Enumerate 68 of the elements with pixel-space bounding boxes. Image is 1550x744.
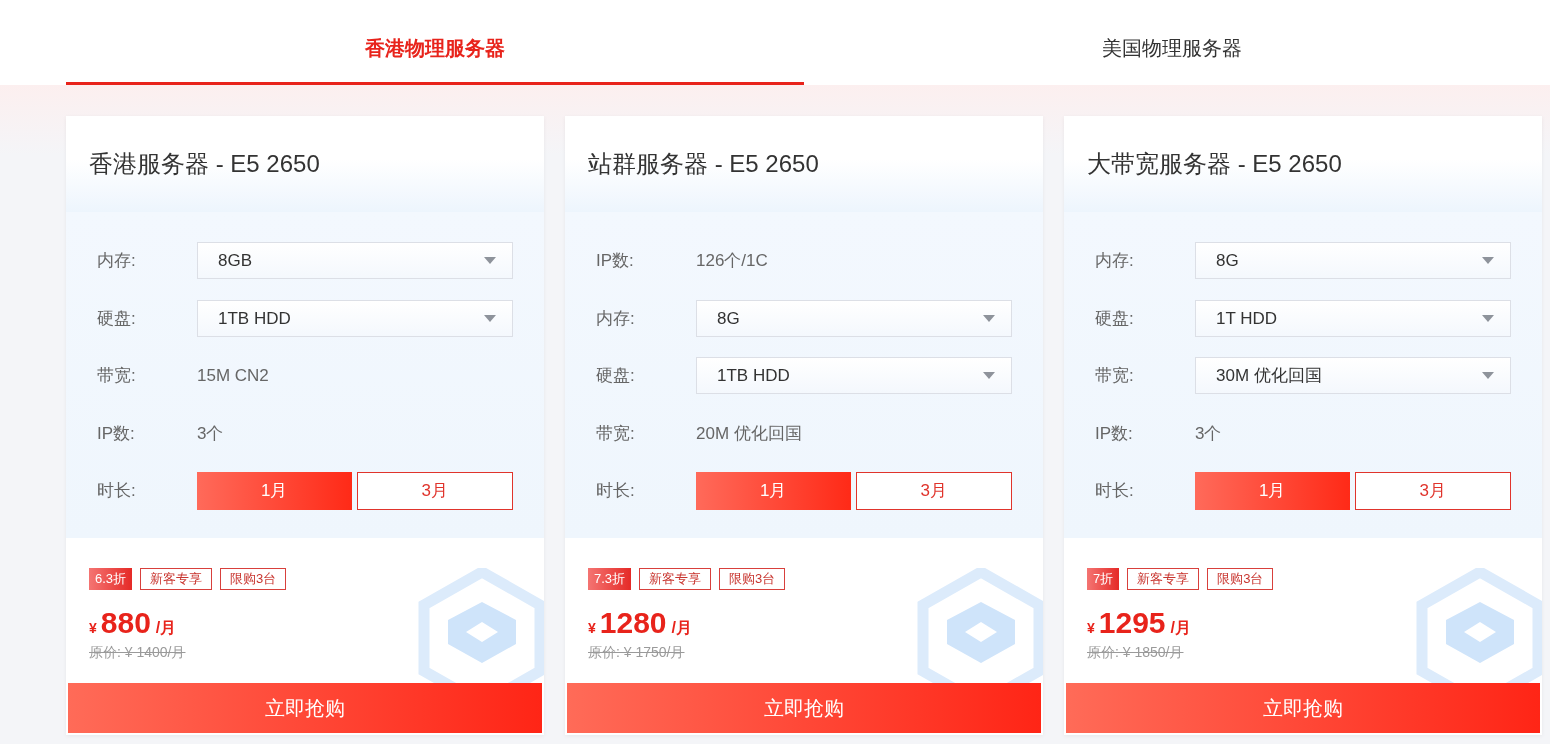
promo-tag: 新客专享 [140, 568, 213, 590]
price-unit: /月 [155, 618, 177, 638]
option-label: 硬盘: [97, 307, 137, 330]
category-tab[interactable]: 美国物理服务器 [803, 0, 1541, 85]
dropdown-select[interactable]: 1T HDD [1195, 299, 1511, 337]
duration-option[interactable]: 3月 [855, 471, 1012, 510]
price-unit: /月 [671, 618, 692, 638]
price-unit: /月 [1170, 618, 1191, 638]
option-value: 126个/1C [696, 250, 768, 272]
option-label: 时长: [596, 480, 636, 502]
promo-tag: 新客专享 [1127, 568, 1200, 590]
promo-tag: 限购3台 [719, 568, 786, 590]
option-value: 3个 [197, 422, 224, 445]
duration-option[interactable]: 3月 [1354, 471, 1511, 510]
caret-icon [1482, 257, 1494, 265]
caret-icon [484, 314, 496, 322]
card-title: 站群服务器 - E5 2650 [588, 149, 819, 179]
option-label: IP数: [1095, 422, 1134, 445]
price-amount: 1280 [599, 606, 667, 640]
option-label: IP数: [97, 422, 136, 445]
currency-symbol: ¥ [588, 619, 596, 638]
card-title: 大带宽服务器 - E5 2650 [1087, 149, 1342, 179]
option-label: 硬盘: [596, 365, 636, 387]
option-value: 15M CN2 [197, 365, 269, 387]
currency-symbol: ¥ [1087, 619, 1095, 638]
option-value: 3个 [1195, 422, 1222, 445]
option-label: 带宽: [1095, 365, 1135, 387]
caret-icon [1482, 314, 1494, 322]
price-amount: 880 [100, 606, 151, 640]
dropdown-select[interactable]: 30M 优化回国 [1195, 357, 1511, 395]
option-label: 内存: [1095, 250, 1135, 272]
option-label: IP数: [596, 250, 635, 272]
promo-tag: 限购3台 [1207, 568, 1274, 590]
dropdown-select[interactable]: 1TB HDD [197, 299, 513, 337]
option-label: 硬盘: [1095, 307, 1135, 330]
dropdown-select[interactable]: 1TB HDD [696, 357, 1012, 395]
discount-tag: 6.3折 [89, 568, 133, 590]
caret-icon [983, 314, 995, 322]
discount-tag: 7.3折 [588, 568, 632, 590]
original-price: 原价: ¥ 1400/月 [89, 643, 186, 662]
duration-option[interactable]: 1月 [696, 471, 851, 510]
caret-icon [1482, 372, 1494, 380]
buy-button[interactable]: 立即抢购 [1066, 683, 1540, 733]
option-label: 时长: [1095, 480, 1135, 502]
dropdown-select[interactable]: 8GB [197, 242, 513, 280]
caret-icon [484, 257, 496, 265]
duration-option[interactable]: 3月 [356, 471, 513, 510]
duration-option[interactable]: 1月 [197, 471, 352, 510]
option-value: 20M 优化回国 [696, 422, 802, 445]
option-label: 内存: [596, 307, 636, 330]
option-label: 内存: [97, 250, 137, 272]
original-price: 原价: ¥ 1850/月 [1087, 643, 1184, 662]
card-title: 香港服务器 - E5 2650 [89, 149, 320, 179]
original-price: 原价: ¥ 1750/月 [588, 643, 685, 662]
discount-tag: 7折 [1087, 568, 1120, 590]
duration-option[interactable]: 1月 [1195, 471, 1350, 510]
dropdown-select[interactable]: 8G [696, 299, 1012, 337]
dropdown-select[interactable]: 8G [1195, 242, 1511, 280]
buy-button[interactable]: 立即抢购 [567, 683, 1041, 733]
buy-button[interactable]: 立即抢购 [68, 683, 542, 733]
currency-symbol: ¥ [89, 619, 97, 638]
option-label: 时长: [97, 480, 137, 502]
promo-tag: 限购3台 [220, 568, 287, 590]
price-amount: 1295 [1098, 606, 1166, 640]
promo-tag: 新客专享 [639, 568, 712, 590]
option-label: 带宽: [97, 365, 137, 387]
caret-icon [983, 372, 995, 380]
option-label: 带宽: [596, 422, 636, 445]
